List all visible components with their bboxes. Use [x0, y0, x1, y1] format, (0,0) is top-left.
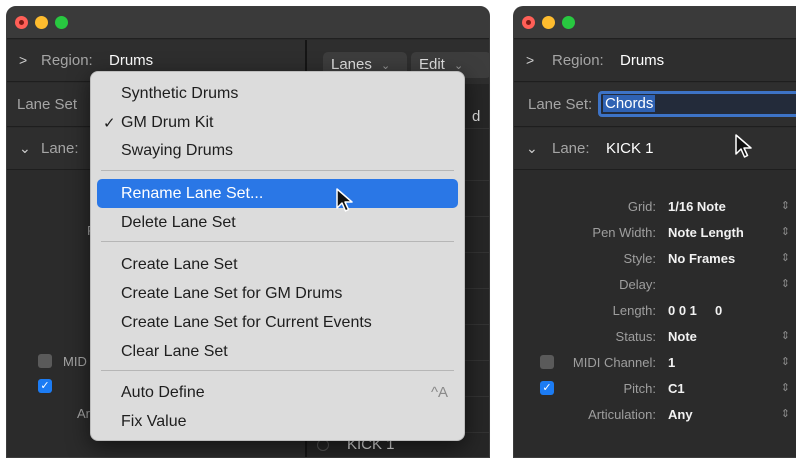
grid-label: Grid:: [627, 199, 656, 214]
lane-set-name-field[interactable]: Chords: [598, 91, 796, 117]
stepper-icon[interactable]: ⇕: [781, 407, 790, 420]
pen-width-value[interactable]: Note Length: [668, 225, 744, 240]
region-header[interactable]: > Region: Drums: [514, 40, 796, 82]
menu-item-rename-lane-set[interactable]: Rename Lane Set...: [121, 185, 263, 203]
pen-width-label: Pen Width:: [592, 225, 656, 240]
lane-properties: Grid: 1/16 Note ⇕ Pen Width: Note Length ⇕ S…: [514, 171, 796, 422]
logic-window-right: > Region: Drums Lane Set: Chords ⌄ Lane:…: [513, 6, 796, 458]
stepper-icon[interactable]: ⇕: [781, 381, 790, 394]
lane-set-row: Lane Set: Chords: [514, 83, 796, 127]
style-label: Style:: [623, 251, 656, 266]
menu-separator: [101, 241, 454, 242]
pitch-label: Pitch:: [623, 381, 656, 396]
lane-label: Lane:: [552, 140, 590, 157]
pitch-checkbox[interactable]: ✓: [540, 381, 554, 395]
region-value: Drums: [109, 52, 154, 69]
partial-text: d: [472, 108, 481, 125]
delay-label: Delay:: [619, 277, 656, 292]
menu-separator: [101, 370, 454, 371]
stepper-icon[interactable]: ⇕: [781, 225, 790, 238]
lane-set-menu: Synthetic Drums ✓ GM Drum Kit Swaying Dr…: [90, 71, 465, 441]
lane-value: KICK 1: [606, 140, 654, 157]
zoom-window-button[interactable]: [562, 16, 575, 29]
stepper-icon[interactable]: ⇕: [781, 251, 790, 264]
articulation-value[interactable]: Any: [668, 407, 693, 422]
shortcut-label: ^A: [430, 384, 448, 401]
mouse-pointer-icon: [735, 134, 752, 158]
title-bar: [514, 7, 796, 39]
length-label: Length:: [612, 303, 656, 318]
close-window-button[interactable]: [15, 16, 28, 29]
title-bar: [7, 7, 489, 39]
partial-label-midi: MID: [63, 354, 87, 369]
lane-header[interactable]: ⌄ Lane: KICK 1: [514, 128, 796, 170]
chevron-down-icon: ⌄: [19, 140, 31, 156]
lane-label: Lane:: [41, 140, 79, 157]
menu-item-gm-drum-kit[interactable]: GM Drum Kit: [121, 114, 213, 132]
lane-set-label: Lane Set:: [528, 96, 593, 113]
midi-channel-label: MIDI Channel:: [572, 355, 656, 370]
partial-label-ar: Ar: [77, 406, 90, 421]
style-value[interactable]: No Frames: [668, 251, 735, 266]
stepper-icon[interactable]: ⇕: [781, 355, 790, 368]
region-label: Region:: [552, 52, 604, 69]
region-label: Region:: [41, 52, 93, 69]
stepper-icon[interactable]: ⇕: [781, 277, 790, 290]
pitch-value[interactable]: C1: [668, 381, 685, 396]
lane-set-label: Lane Set: [17, 96, 78, 113]
chevron-right-icon: >: [19, 52, 28, 68]
menu-item-clear-lane-set[interactable]: Clear Lane Set: [121, 343, 228, 361]
minimize-window-button[interactable]: [542, 16, 555, 29]
stepper-icon[interactable]: ⇕: [781, 329, 790, 342]
menu-item-create-lane-set[interactable]: Create Lane Set: [121, 256, 238, 274]
grid-value[interactable]: 1/16 Note: [668, 199, 726, 214]
region-value: Drums: [620, 52, 665, 69]
menu-separator: [101, 170, 454, 171]
midi-channel-checkbox[interactable]: [540, 355, 554, 369]
menu-item-fix-value[interactable]: Fix Value: [121, 413, 187, 431]
status-label: Status:: [615, 329, 656, 344]
mouse-pointer-icon: [336, 188, 353, 212]
stepper-icon[interactable]: ⇕: [781, 199, 790, 212]
menu-item-delete-lane-set[interactable]: Delete Lane Set: [121, 214, 236, 232]
midi-channel-value[interactable]: 1: [668, 355, 675, 370]
chevron-right-icon: >: [526, 52, 535, 68]
chevron-down-icon: ⌄: [526, 140, 538, 156]
minimize-window-button[interactable]: [35, 16, 48, 29]
close-window-button[interactable]: [522, 16, 535, 29]
pitch-checkbox[interactable]: ✓: [38, 379, 52, 393]
midi-channel-checkbox[interactable]: [38, 354, 52, 368]
length-value[interactable]: 0 0 1 0: [668, 303, 722, 318]
lane-set-name-selection: Chords: [603, 95, 656, 112]
status-value[interactable]: Note: [668, 329, 697, 344]
menu-item-auto-define[interactable]: Auto Define: [121, 384, 205, 402]
articulation-label: Articulation:: [588, 407, 656, 422]
menu-item-create-lane-set-gm[interactable]: Create Lane Set for GM Drums: [121, 285, 342, 303]
menu-item-swaying-drums[interactable]: Swaying Drums: [121, 142, 233, 160]
region-inspector: > Region: Drums Lane Set: Chords ⌄ Lane:…: [514, 40, 796, 457]
checkmark-icon: ✓: [103, 115, 116, 132]
zoom-window-button[interactable]: [55, 16, 68, 29]
menu-item-synthetic-drums[interactable]: Synthetic Drums: [121, 85, 238, 103]
menu-item-create-lane-set-current[interactable]: Create Lane Set for Current Events: [121, 314, 372, 332]
